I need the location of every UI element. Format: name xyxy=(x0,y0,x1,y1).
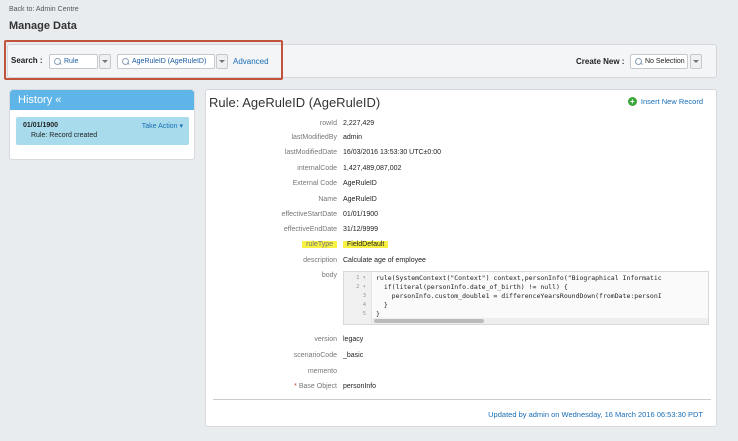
field-value: 16/03/2016 13:53:30 UTC±0:00 xyxy=(343,149,442,156)
field-value: 1,427,489,087,002 xyxy=(343,165,402,172)
field-value: personInfo xyxy=(343,383,377,390)
field-value: 31/12/9999 xyxy=(343,226,379,233)
code-line: personInfo.custom_double1 = differenceYe… xyxy=(376,292,662,300)
field-value: FieldDefault xyxy=(343,239,389,251)
field-label: scenarioCode xyxy=(293,352,337,359)
search-label: Search : xyxy=(11,56,43,65)
scrollbar-thumb[interactable] xyxy=(374,319,484,323)
record-search-combo[interactable]: AgeRuleID (AgeRuleID) xyxy=(117,54,215,69)
insert-new-record-button[interactable]: + Insert New Record xyxy=(627,97,703,106)
create-new-dropdown-button[interactable] xyxy=(690,54,702,69)
field-label: effectiveStartDate xyxy=(281,211,337,218)
line-number[interactable]: 1 ▾ xyxy=(344,275,366,281)
chevron-down-icon xyxy=(693,60,699,63)
history-panel: History « 01/01/1900 Take Action ▾ Rule:… xyxy=(9,89,195,160)
rule-type-value-highlight: FieldDefault xyxy=(343,241,389,248)
field-value: 01/01/1900 xyxy=(343,211,379,218)
field-label: Name xyxy=(318,196,337,203)
take-action-menu[interactable]: Take Action ▾ xyxy=(142,122,183,130)
field-value: admin xyxy=(343,134,363,141)
create-new-value: No Selection xyxy=(645,58,685,65)
rule-type-label-highlight: ruleType xyxy=(302,241,337,248)
insert-new-record-label: Insert New Record xyxy=(640,97,703,106)
field-label: rowId xyxy=(319,120,337,127)
search-icon xyxy=(53,57,63,67)
field-label: * Base Object xyxy=(206,381,337,393)
record-title: Rule: AgeRuleID (AgeRuleID) xyxy=(209,95,381,110)
editor-horizontal-scrollbar[interactable] xyxy=(372,318,708,324)
history-entry-date: 01/01/1900 xyxy=(23,122,59,129)
plus-circle-icon: + xyxy=(627,97,637,106)
history-header[interactable]: History « xyxy=(10,90,194,110)
base-object-label: Base Object xyxy=(298,383,337,390)
object-type-combo[interactable]: Rule xyxy=(49,54,98,69)
field-label: effectiveEndDate xyxy=(283,226,337,233)
line-number-gutter: 1 ▾ 2 ▾ 3 4 5 xyxy=(344,272,372,324)
page-title: Manage Data xyxy=(9,20,77,32)
back-to-admin-centre-link[interactable]: Back to: Admin Centre xyxy=(9,6,79,13)
code-line: if(literal(personInfo.date_of_birth) != … xyxy=(376,283,568,291)
field-label: description xyxy=(303,257,337,264)
record-search-value: AgeRuleID (AgeRuleID) xyxy=(132,58,207,65)
field-value: 2,227,429 xyxy=(343,120,375,127)
field-value: AgeRuleID xyxy=(343,196,377,203)
field-label: version xyxy=(314,336,337,343)
history-entry-text: Rule: Record created xyxy=(31,132,98,139)
field-label: internalCode xyxy=(297,165,337,172)
field-label: lastModifiedBy xyxy=(291,134,337,141)
footer-divider xyxy=(213,399,711,400)
field-label: ruleType xyxy=(206,239,337,251)
history-entry: 01/01/1900 Take Action ▾ Rule: Record cr… xyxy=(16,117,189,145)
chevron-down-icon xyxy=(102,60,108,63)
field-label: lastModifiedDate xyxy=(284,149,337,156)
required-marker: * xyxy=(294,383,297,390)
rule-body-editor[interactable]: 1 ▾ 2 ▾ 3 4 5 rule(SystemContext("Contex… xyxy=(343,271,709,325)
object-type-value: Rule xyxy=(64,58,79,65)
field-value: Calculate age of employee xyxy=(343,257,426,264)
create-new-label: Create New : xyxy=(576,57,625,66)
create-new-combo[interactable]: No Selection xyxy=(630,54,688,69)
field-label: External Code xyxy=(292,180,337,187)
advanced-search-link[interactable]: Advanced xyxy=(233,57,269,66)
code-line: } xyxy=(376,301,388,309)
chevron-down-icon xyxy=(219,60,225,63)
line-number: 4 xyxy=(362,302,366,308)
updated-by-text: Updated by admin on Wednesday, 16 March … xyxy=(488,410,703,419)
field-label: body xyxy=(321,272,337,279)
field-value: _basic xyxy=(343,352,364,359)
search-icon xyxy=(634,57,644,67)
code-line: rule(SystemContext("Context") context,pe… xyxy=(376,274,662,282)
code-line: } xyxy=(376,310,380,318)
record-detail-panel: Rule: AgeRuleID (AgeRuleID) + Insert New… xyxy=(205,89,717,427)
search-icon xyxy=(121,57,131,67)
line-number: 5 xyxy=(362,311,366,317)
field-value: AgeRuleID xyxy=(343,180,377,187)
field-value: legacy xyxy=(343,336,364,343)
object-type-dropdown-button[interactable] xyxy=(99,54,111,69)
line-number[interactable]: 2 ▾ xyxy=(344,284,366,290)
field-label: memento xyxy=(307,368,337,375)
line-number: 3 xyxy=(362,293,366,299)
record-dropdown-button[interactable] xyxy=(216,54,228,69)
